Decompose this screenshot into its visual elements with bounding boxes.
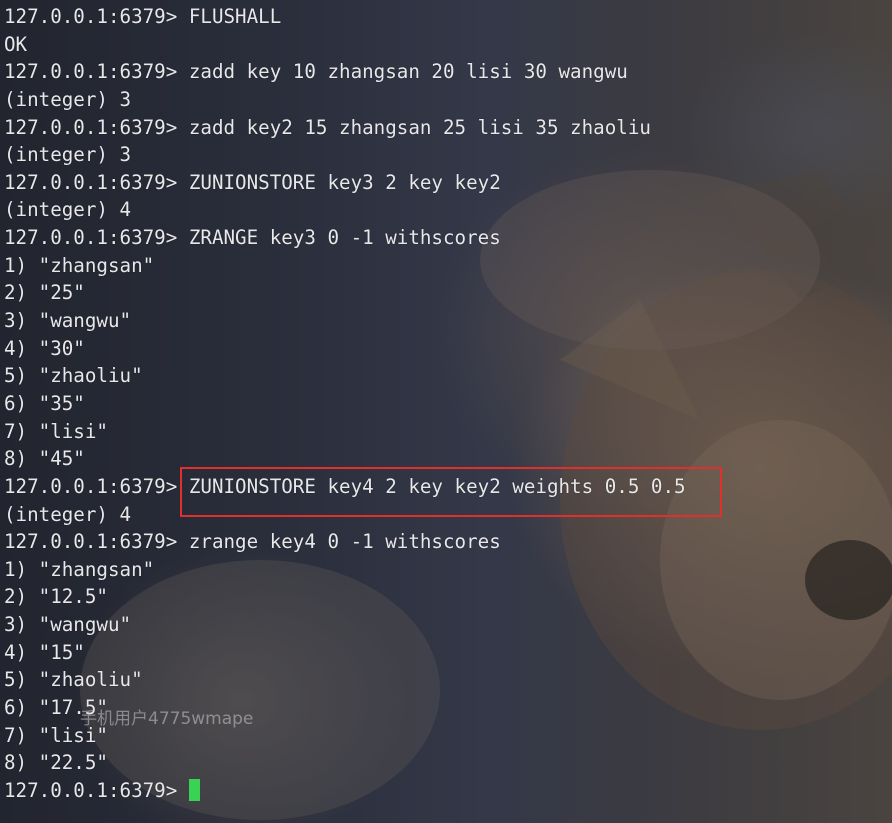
command-text: zadd key2 15 zhangsan 25 lisi 35 zhaoliu <box>188 115 651 139</box>
output-line: (integer) 4 <box>4 196 686 224</box>
command-line: 127.0.0.1:6379> zadd key 10 zhangsan 20 … <box>4 58 686 86</box>
output-line: 5) "zhaoliu" <box>4 666 686 694</box>
output-text: (integer) 3 <box>4 87 132 111</box>
prompt-text: 127.0.0.1:6379> <box>4 115 189 139</box>
output-line: OK <box>4 31 686 59</box>
command-line: 127.0.0.1:6379> zrange key4 0 -1 withsco… <box>4 528 686 556</box>
command-text: zadd key 10 zhangsan 20 lisi 30 wangwu <box>188 60 628 84</box>
output-line: 3) "wangwu" <box>4 611 686 639</box>
highlight-box <box>180 467 722 517</box>
output-text: OK <box>4 32 28 56</box>
output-line: 8) "22.5" <box>4 749 686 777</box>
output-text: (integer) 3 <box>4 143 132 167</box>
output-line: 2) "12.5" <box>4 583 686 611</box>
command-line: 127.0.0.1:6379> zadd key2 15 zhangsan 25… <box>4 114 686 142</box>
output-line: (integer) 3 <box>4 86 686 114</box>
output-text: 7) "lisi" <box>4 419 108 443</box>
output-line: 2) "25" <box>4 279 686 307</box>
output-text: 5) "zhaoliu" <box>4 668 143 692</box>
output-text: 3) "wangwu" <box>4 309 132 333</box>
output-text: 2) "25" <box>4 281 85 305</box>
output-text: 5) "zhaoliu" <box>4 364 143 388</box>
output-text: (integer) 4 <box>4 198 132 222</box>
command-line: 127.0.0.1:6379> ZRANGE key3 0 -1 withsco… <box>4 224 686 252</box>
prompt-text: 127.0.0.1:6379> <box>4 5 189 28</box>
text-cursor <box>188 778 200 801</box>
output-line: 5) "zhaoliu" <box>4 362 686 390</box>
output-text: 3) "wangwu" <box>4 613 132 637</box>
output-text: 8) "45" <box>4 447 85 471</box>
command-line: 127.0.0.1:6379> FLUSHALL <box>4 3 686 31</box>
output-text: 1) "zhangsan" <box>4 557 155 581</box>
prompt-text: 127.0.0.1:6379> <box>4 778 189 802</box>
terminal-window[interactable]: 127.0.0.1:6379> FLUSHALL OK 127.0.0.1:6379… <box>0 0 892 823</box>
output-text: 1) "zhangsan" <box>4 253 155 277</box>
output-line: 6) "35" <box>4 390 686 418</box>
watermark-text: 手机用户4775wmape <box>80 709 254 729</box>
output-text: 8) "22.5" <box>4 751 108 775</box>
output-text: 6) "35" <box>4 391 85 415</box>
output-line: 1) "zhangsan" <box>4 252 686 280</box>
command-text: zrange key4 0 -1 withscores <box>188 530 501 554</box>
current-input-line[interactable]: 127.0.0.1:6379> <box>4 777 686 805</box>
output-text: 2) "12.5" <box>4 585 108 609</box>
output-line: 4) "15" <box>4 639 686 667</box>
command-text: FLUSHALL <box>188 5 282 28</box>
prompt-text: 127.0.0.1:6379> <box>4 474 189 498</box>
output-text: 4) "30" <box>4 336 85 360</box>
output-line: (integer) 3 <box>4 141 686 169</box>
command-line: 127.0.0.1:6379> ZUNIONSTORE key3 2 key k… <box>4 169 686 197</box>
prompt-text: 127.0.0.1:6379> <box>4 170 189 194</box>
output-line: 3) "wangwu" <box>4 307 686 335</box>
output-line: 7) "lisi" <box>4 418 686 446</box>
command-text: ZUNIONSTORE key3 2 key key2 <box>188 170 501 194</box>
prompt-text: 127.0.0.1:6379> <box>4 60 189 84</box>
output-line: 4) "30" <box>4 335 686 363</box>
output-text: 4) "15" <box>4 640 85 664</box>
output-text: (integer) 4 <box>4 502 132 526</box>
terminal-output: 127.0.0.1:6379> FLUSHALL OK 127.0.0.1:6379… <box>4 3 686 805</box>
output-line: 1) "zhangsan" <box>4 556 686 584</box>
prompt-text: 127.0.0.1:6379> <box>4 530 189 554</box>
command-text: ZRANGE key3 0 -1 withscores <box>188 226 501 250</box>
prompt-text: 127.0.0.1:6379> <box>4 226 189 250</box>
